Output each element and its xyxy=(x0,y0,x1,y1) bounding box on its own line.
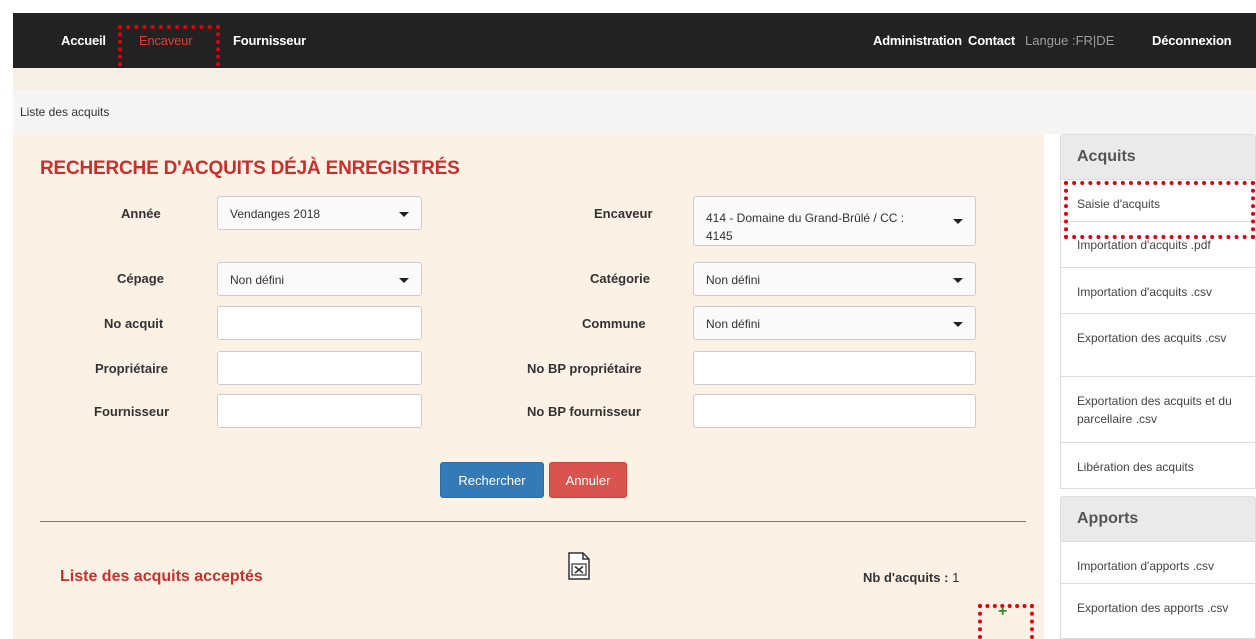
sidebar-item-export-apports[interactable]: Exportation des apports .csv xyxy=(1060,584,1256,639)
chevron-down-icon xyxy=(953,322,963,327)
fournisseur-input[interactable] xyxy=(217,394,422,428)
commune-label: Commune xyxy=(582,316,646,331)
commune-select-value: Non défini xyxy=(706,317,761,331)
page-title: RECHERCHE D'ACQUITS DÉJÀ ENREGISTRÉS xyxy=(40,158,460,179)
sidebar-item-import-apports[interactable]: Importation d'apports .csv xyxy=(1060,542,1256,584)
annee-select[interactable]: Vendanges 2018 xyxy=(217,196,422,230)
sidebar-item-label: Libération des acquits xyxy=(1077,460,1194,474)
sidebar: Acquits Saisie d'acquits Importation d'a… xyxy=(1060,134,1256,639)
no-bp-fournisseur-label: No BP fournisseur xyxy=(527,404,641,419)
nav-contact[interactable]: Contact xyxy=(968,33,1015,48)
breadcrumb: Liste des acquits xyxy=(13,90,1256,134)
plus-icon[interactable]: + xyxy=(998,604,1007,620)
section-divider xyxy=(40,521,1026,522)
cepage-select[interactable]: Non défini xyxy=(217,262,422,296)
sidebar-item-label: Exportation des acquits et du parcellair… xyxy=(1077,394,1232,426)
search-button[interactable]: Rechercher xyxy=(440,462,544,498)
chevron-down-icon xyxy=(399,278,409,283)
sidebar-item-label: Importation d'apports .csv xyxy=(1077,559,1215,573)
sidebar-item-saisie-acquits[interactable]: Saisie d'acquits xyxy=(1060,180,1256,222)
sidebar-header-acquits: Acquits xyxy=(1060,134,1256,180)
commune-select[interactable]: Non défini xyxy=(693,306,976,340)
sidebar-item-label: Saisie d'acquits xyxy=(1077,197,1161,211)
sidebar-header-apports: Apports xyxy=(1060,496,1256,542)
header-band xyxy=(13,68,1256,90)
cancel-button[interactable]: Annuler xyxy=(549,462,627,498)
categorie-label: Catégorie xyxy=(590,271,650,286)
sidebar-item-liberation[interactable]: Libération des acquits xyxy=(1060,443,1256,489)
nav-langue[interactable]: Langue :FR|DE xyxy=(1025,33,1114,48)
acquits-count-value: 1 xyxy=(952,570,960,585)
categorie-select-value: Non défini xyxy=(706,273,761,287)
cepage-label: Cépage xyxy=(117,271,164,286)
fournisseur-label: Fournisseur xyxy=(94,404,170,419)
chevron-down-icon xyxy=(953,219,963,224)
chevron-down-icon xyxy=(399,212,409,217)
sidebar-item-label: Importation d'acquits .csv xyxy=(1077,285,1213,299)
nav-accueil[interactable]: Accueil xyxy=(61,33,106,48)
proprietaire-input[interactable] xyxy=(217,351,422,385)
cepage-select-value: Non défini xyxy=(230,273,285,287)
sidebar-item-label: Exportation des acquits .csv xyxy=(1077,331,1227,345)
annee-select-value: Vendanges 2018 xyxy=(230,207,321,221)
sidebar-item-export-parcellaire[interactable]: Exportation des acquits et du parcellair… xyxy=(1060,377,1256,443)
search-panel: RECHERCHE D'ACQUITS DÉJÀ ENREGISTRÉS Ann… xyxy=(13,134,1044,639)
excel-file-icon[interactable] xyxy=(568,552,590,580)
no-acquit-label: No acquit xyxy=(104,316,164,331)
sidebar-header-apports-label: Apports xyxy=(1077,510,1139,527)
breadcrumb-current: Liste des acquits xyxy=(20,105,110,119)
no-acquit-input[interactable] xyxy=(217,306,422,340)
sidebar-item-export-csv[interactable]: Exportation des acquits .csv xyxy=(1060,314,1256,377)
sidebar-item-import-pdf[interactable]: Importation d'acquits .pdf xyxy=(1060,222,1256,268)
nav-fournisseur[interactable]: Fournisseur xyxy=(233,33,306,48)
encaveur-select-value: 414 - Domaine du Grand-Brûlé / CC : 4145 xyxy=(706,211,905,243)
no-bp-proprietaire-label: No BP propriétaire xyxy=(527,361,642,376)
top-strip xyxy=(0,0,1256,13)
nav-deconnexion[interactable]: Déconnexion xyxy=(1152,33,1232,48)
nav-encaveur[interactable]: Encaveur xyxy=(139,33,193,48)
accepted-list-title: Liste des acquits acceptés xyxy=(60,568,263,585)
proprietaire-label: Propriétaire xyxy=(95,361,168,376)
no-bp-proprietaire-input[interactable] xyxy=(693,351,976,385)
sidebar-item-label: Exportation des apports .csv xyxy=(1077,601,1229,615)
encaveur-select[interactable]: 414 - Domaine du Grand-Brûlé / CC : 4145 xyxy=(693,196,976,246)
chevron-down-icon xyxy=(953,278,963,283)
annee-label: Année xyxy=(121,206,161,221)
categorie-select[interactable]: Non défini xyxy=(693,262,976,296)
navbar: Accueil Encaveur Fournisseur Administrat… xyxy=(13,13,1256,68)
sidebar-item-label: Importation d'acquits .pdf xyxy=(1077,238,1211,252)
acquits-count: Nb d'acquits : 1 xyxy=(863,570,959,585)
encaveur-label: Encaveur xyxy=(594,206,653,221)
sidebar-header-acquits-label: Acquits xyxy=(1077,148,1136,165)
acquits-count-label: Nb d'acquits : xyxy=(863,570,949,585)
no-bp-fournisseur-input[interactable] xyxy=(693,394,976,428)
sidebar-item-import-csv[interactable]: Importation d'acquits .csv xyxy=(1060,268,1256,314)
nav-administration[interactable]: Administration xyxy=(873,33,962,48)
